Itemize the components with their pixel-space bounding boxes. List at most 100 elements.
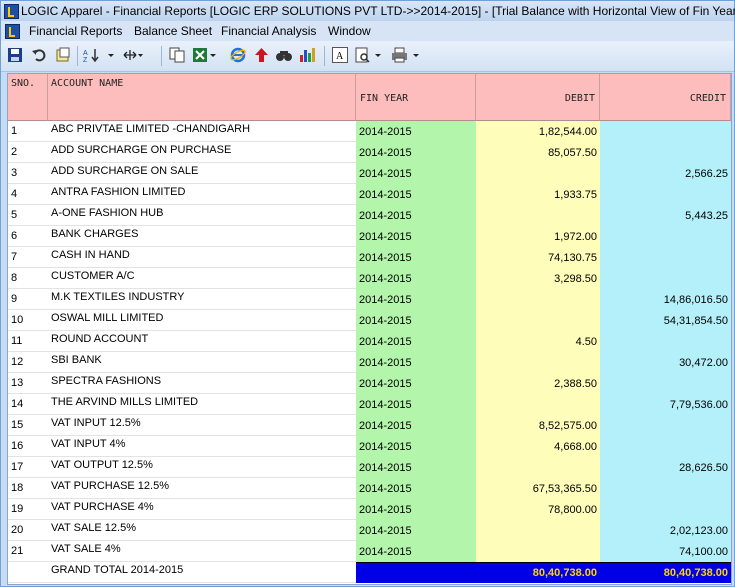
- grand-total-label: GRAND TOTAL 2014-2015: [51, 564, 184, 576]
- cell-fy: 2014-2015: [356, 289, 476, 310]
- column-header-debit[interactable]: DEBIT: [476, 74, 600, 121]
- column-width-icon[interactable]: [122, 47, 144, 65]
- cell-sno: [8, 562, 48, 583]
- table-row[interactable]: 10 OSWAL MILL LIMITED 2014-2015 54,31,854.5…: [8, 310, 731, 331]
- cell-debit: [476, 541, 600, 562]
- chart-icon[interactable]: [299, 47, 317, 65]
- cell-debit: 85,057.50: [476, 142, 600, 163]
- cell-credit: 14,86,016.50: [600, 289, 731, 310]
- menu-balance-sheet[interactable]: Balance Sheet: [134, 24, 212, 38]
- cell-fy: 2014-2015: [356, 478, 476, 499]
- cell-name: BANK CHARGES: [51, 228, 139, 240]
- cell-sno: 15: [11, 419, 24, 431]
- table-row[interactable]: 16 VAT INPUT 4% 2014-2015 4,668.00: [8, 436, 731, 457]
- table-row[interactable]: 11 ROUND ACCOUNT 2014-2015 4.50: [8, 331, 731, 352]
- cell-name: VAT OUTPUT 12.5%: [51, 459, 153, 471]
- cell-name: CASH IN HAND: [51, 249, 130, 261]
- table-row[interactable]: 14 THE ARVIND MILLS LIMITED 2014-2015 7,79,…: [8, 394, 731, 415]
- dropdown-icon[interactable]: [106, 47, 116, 65]
- cell-fy: 2014-2015: [356, 373, 476, 394]
- cell-name: M.K TEXTILES INDUSTRY: [51, 291, 185, 303]
- toolbar-separator: [77, 46, 78, 66]
- cell-sno: 19: [11, 503, 24, 515]
- table-row[interactable]: 5 A-ONE FASHION HUB 2014-2015 5,443.25: [8, 205, 731, 226]
- copy-icon[interactable]: [169, 47, 185, 65]
- grand-total-debit: 80,40,738.00: [476, 562, 600, 583]
- print-icon[interactable]: [391, 47, 423, 65]
- cell-credit: [600, 142, 731, 163]
- cell-sno: 7: [11, 251, 18, 263]
- table-row[interactable]: 17 VAT OUTPUT 12.5% 2014-2015 28,626.50: [8, 457, 731, 478]
- table-row[interactable]: 12 SBI BANK 2014-2015 30,472.00: [8, 352, 731, 373]
- table-row[interactable]: 15 VAT INPUT 12.5% 2014-2015 8,52,575.00: [8, 415, 731, 436]
- cell-fy: 2014-2015: [356, 394, 476, 415]
- cell-credit: 30,472.00: [600, 352, 731, 373]
- cell-debit: [476, 520, 600, 541]
- font-icon[interactable]: A: [332, 47, 348, 65]
- cell-sno: 11: [11, 335, 23, 347]
- table-row[interactable]: 6 BANK CHARGES 2014-2015 1,972.00: [8, 226, 731, 247]
- cell-sno: 3: [11, 167, 18, 179]
- table-row[interactable]: 4 ANTRA FASHION LIMITED 2014-2015 1,933.75: [8, 184, 731, 205]
- table-row[interactable]: 21 VAT SALE 4% 2014-2015 74,100.00: [8, 541, 731, 562]
- export-icon[interactable]: [55, 47, 71, 65]
- cell-name: CUSTOMER A/C: [51, 270, 135, 282]
- column-header-credit[interactable]: CREDIT: [600, 74, 731, 121]
- cell-credit: [600, 247, 731, 268]
- toolbar-separator: [324, 46, 325, 66]
- cell-sno: 4: [11, 188, 18, 200]
- cell-sno: 17: [11, 461, 24, 473]
- table-row[interactable]: 18 VAT PURCHASE 12.5% 2014-2015 67,53,365.5…: [8, 478, 731, 499]
- column-header-debit-label: DEBIT: [564, 93, 595, 104]
- cell-fy: 2014-2015: [356, 268, 476, 289]
- table-row[interactable]: 19 VAT PURCHASE 4% 2014-2015 78,800.00: [8, 499, 731, 520]
- table-row[interactable]: 13 SPECTRA FASHIONS 2014-2015 2,388.50: [8, 373, 731, 394]
- cell-fy: 2014-2015: [356, 226, 476, 247]
- cell-sno: 12: [11, 356, 24, 368]
- excel-icon[interactable]: [192, 47, 218, 65]
- table-row[interactable]: 3 ADD SURCHARGE ON SALE 2014-2015 2,566.25: [8, 163, 731, 184]
- cell-name: ADD SURCHARGE ON PURCHASE: [51, 144, 232, 156]
- cell-credit: [600, 373, 731, 394]
- menu-window[interactable]: Window: [328, 24, 371, 38]
- cell-credit: 74,100.00: [600, 541, 731, 562]
- cell-name: VAT SALE 12.5%: [51, 522, 136, 534]
- table-row[interactable]: 1 ABC PRIVTAE LIMITED -CHANDIGARH 2014-201…: [8, 121, 731, 142]
- undo-icon[interactable]: [31, 47, 47, 65]
- title-bar: LOGIC Apparel - Financial Reports [LOGIC…: [1, 1, 735, 21]
- cell-credit: 7,79,536.00: [600, 394, 731, 415]
- cell-sno: 14: [11, 398, 24, 410]
- find-icon[interactable]: [275, 47, 293, 65]
- menu-financial-reports[interactable]: Financial Reports: [29, 24, 122, 38]
- column-header-sno[interactable]: SNO.: [8, 74, 48, 121]
- save-icon[interactable]: [7, 47, 23, 65]
- table-row[interactable]: 9 M.K TEXTILES INDUSTRY 2014-2015 14,86,016…: [8, 289, 731, 310]
- print-preview-icon[interactable]: [354, 47, 384, 65]
- column-header-fin-year[interactable]: FIN YEAR: [356, 74, 476, 121]
- document-icon[interactable]: [5, 24, 20, 39]
- table-row[interactable]: 7 CASH IN HAND 2014-2015 74,130.75: [8, 247, 731, 268]
- cell-name: ANTRA FASHION LIMITED: [51, 186, 186, 198]
- cell-fy: 2014-2015: [356, 331, 476, 352]
- cell-credit: [600, 121, 731, 142]
- column-header-credit-label: CREDIT: [689, 93, 726, 104]
- up-arrow-icon[interactable]: [254, 47, 269, 65]
- cell-fy: 2014-2015: [356, 247, 476, 268]
- cell-sno: 9: [11, 293, 18, 305]
- grand-total-row[interactable]: GRAND TOTAL 2014-2015 80,40,738.00 80,40,7…: [8, 562, 731, 583]
- trial-balance-grid[interactable]: SNO. ACCOUNT NAME FIN YEAR DEBIT CREDIT …: [7, 73, 732, 585]
- cell-credit: [600, 436, 731, 457]
- table-row[interactable]: 8 CUSTOMER A/C 2014-2015 3,298.50: [8, 268, 731, 289]
- cell-credit: 28,626.50: [600, 457, 731, 478]
- cell-name: VAT PURCHASE 4%: [51, 501, 154, 513]
- sort-icon[interactable]: AZ: [83, 47, 103, 65]
- cell-debit: [476, 352, 600, 373]
- cell-fy: 2014-2015: [356, 163, 476, 184]
- cell-name: VAT INPUT 12.5%: [51, 417, 141, 429]
- menu-financial-analysis[interactable]: Financial Analysis: [221, 24, 316, 38]
- table-row[interactable]: 20 VAT SALE 12.5% 2014-2015 2,02,123.00: [8, 520, 731, 541]
- cell-credit: [600, 331, 731, 352]
- ie-icon[interactable]: [230, 47, 247, 65]
- table-row[interactable]: 2 ADD SURCHARGE ON PURCHASE 2014-2015 85,05…: [8, 142, 731, 163]
- column-header-account-name[interactable]: ACCOUNT NAME: [48, 74, 356, 121]
